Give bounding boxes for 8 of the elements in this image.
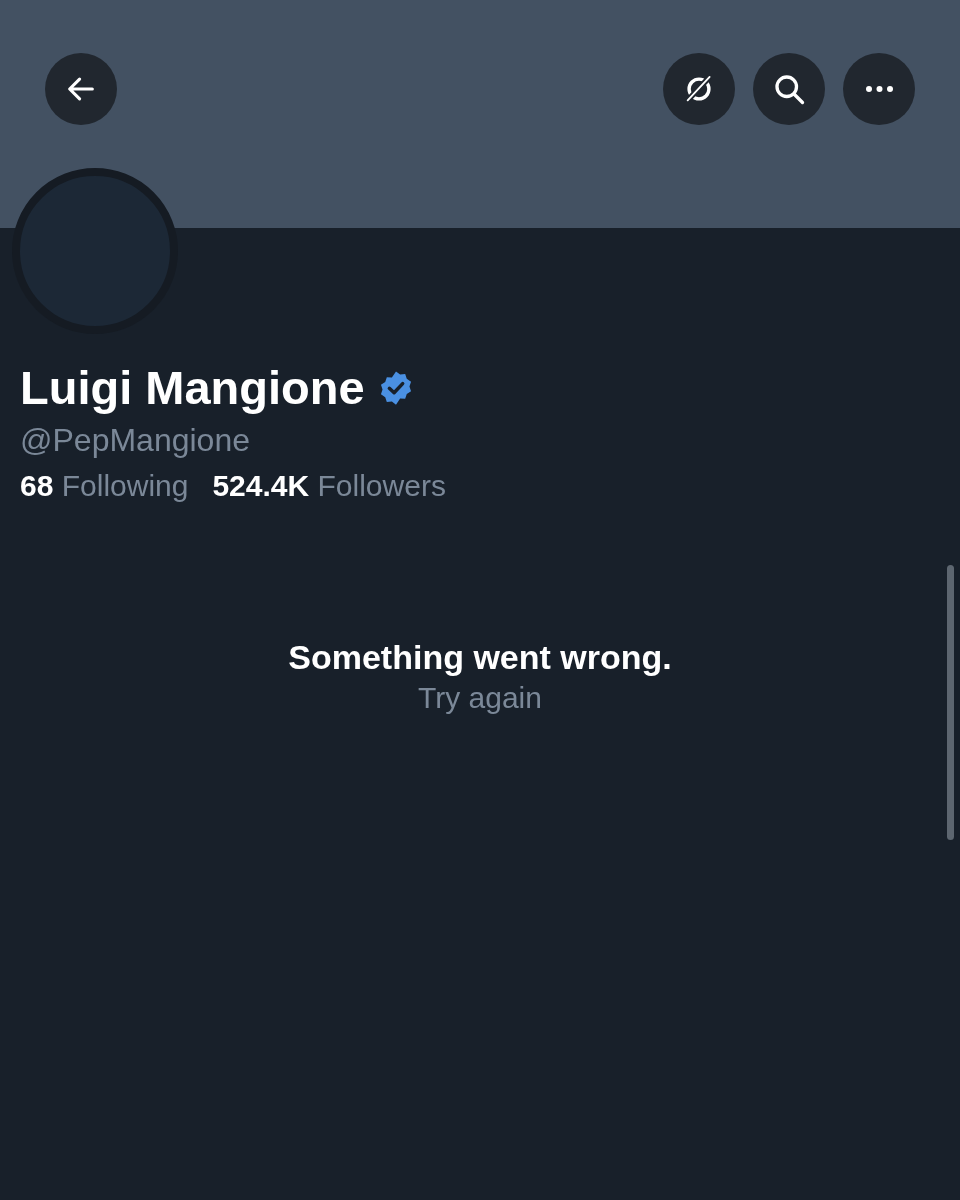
follow-count-link[interactable]: 524.4K Followers	[212, 466, 446, 506]
try-again-link[interactable]: Try again	[418, 678, 542, 718]
profile-name: Luigi Mangione	[20, 360, 365, 416]
profile-handle: @PepMangione	[20, 421, 251, 460]
scrollbar[interactable]	[947, 565, 954, 840]
follow-count-link[interactable]: 68 Following	[20, 466, 189, 506]
error-message: Something went wrong.	[288, 637, 672, 678]
more-icon	[863, 86, 895, 92]
